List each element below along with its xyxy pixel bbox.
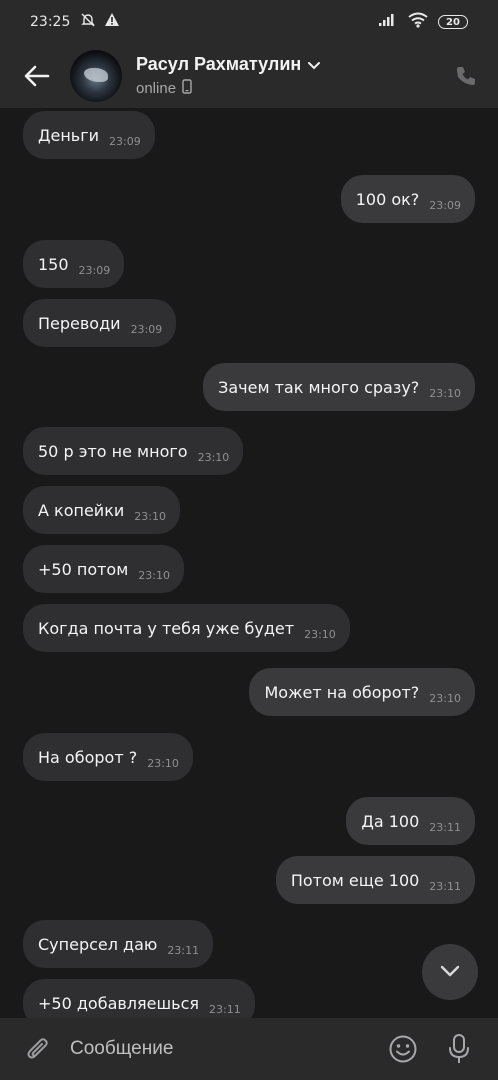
message-bubble[interactable]: Переводи 23:09 — [23, 299, 177, 347]
chevron-down-icon — [439, 963, 461, 982]
message-bubble[interactable]: 100 ок? 23:09 — [340, 175, 475, 223]
message-text: +50 потом — [38, 559, 129, 579]
message-time: 23:10 — [304, 627, 336, 641]
message-bubble[interactable]: 150 23:09 — [23, 240, 125, 288]
chevron-down-icon[interactable] — [307, 55, 321, 74]
warning-icon — [104, 12, 120, 32]
wifi-icon — [408, 12, 428, 32]
phone-icon[interactable] — [452, 62, 480, 90]
message-bubble[interactable]: +50 добавляешься 23:11 — [23, 979, 255, 1018]
chat-header: Расул Рахматулин online — [0, 44, 498, 108]
status-time: 23:25 — [30, 14, 71, 30]
message-time: 23:11 — [167, 943, 200, 957]
message-text: Может на оборот? — [264, 682, 420, 702]
message-text: А копейки — [38, 500, 125, 520]
message-bubble[interactable]: Да 100 23:11 — [346, 797, 475, 845]
message-bubble[interactable]: Зачем так много сразу? 23:10 — [203, 363, 475, 411]
message-time: 23:10 — [134, 509, 166, 523]
message-bubble[interactable]: 50 р это не много 23:10 — [23, 427, 244, 475]
battery-icon: 20 — [438, 15, 468, 29]
scroll-down-button[interactable] — [422, 944, 478, 1000]
message-time: 23:10 — [197, 450, 230, 464]
message-text: +50 добавляешься — [38, 993, 199, 1013]
message-bubble[interactable]: На оборот ? 23:10 — [23, 733, 193, 781]
status-bar: 23:25 20 — [0, 0, 498, 44]
message-time: 23:09 — [78, 263, 111, 277]
contact-name: Расул Рахматулин — [136, 54, 302, 74]
message-time: 23:10 — [147, 756, 179, 770]
message-time: 23:11 — [429, 879, 461, 893]
avatar[interactable] — [70, 50, 122, 102]
message-time: 23:10 — [429, 386, 461, 400]
paperclip-icon[interactable] — [20, 1031, 56, 1067]
message-bubble[interactable]: А копейки 23:10 — [23, 486, 180, 534]
mobile-device-icon — [182, 79, 192, 98]
message-text: Да 100 — [361, 811, 420, 831]
message-time: 23:09 — [429, 198, 461, 212]
message-text: 50 р это не много — [38, 441, 188, 461]
message-input[interactable] — [70, 1029, 386, 1069]
message-time: 23:09 — [109, 134, 141, 148]
message-time: 23:11 — [209, 1002, 241, 1016]
message-text: Деньги — [38, 125, 100, 145]
message-text: 150 — [38, 254, 69, 274]
message-text: Когда почта у тебя уже будет — [38, 618, 295, 638]
signal-icon — [378, 13, 398, 31]
message-text: Суперсел даю — [38, 934, 158, 954]
contact-info[interactable]: Расул Рахматулин online — [136, 54, 321, 98]
message-text: На оборот ? — [38, 747, 138, 767]
message-bubble[interactable]: Суперсел даю 23:11 — [23, 920, 214, 968]
message-bubble[interactable]: +50 потом 23:10 — [23, 545, 184, 593]
message-bubble[interactable]: Деньги 23:09 — [23, 111, 155, 159]
message-text: Переводи — [38, 313, 121, 333]
message-bubble[interactable]: Может на оборот? 23:10 — [249, 668, 475, 716]
message-text: Зачем так много сразу? — [218, 377, 420, 397]
message-time: 23:09 — [130, 322, 163, 336]
message-list[interactable]: Деньги 23:09 100 ок? 23:09 150 23:09 Пер… — [0, 108, 498, 1018]
message-bubble[interactable]: Потом еще 100 23:11 — [275, 856, 475, 904]
message-composer — [0, 1018, 498, 1080]
message-text: 100 ок? — [355, 189, 420, 209]
message-text: Потом еще 100 — [290, 870, 420, 890]
message-time: 23:10 — [429, 691, 461, 705]
dnd-off-icon — [80, 12, 96, 32]
message-time: 23:11 — [429, 820, 461, 834]
message-time: 23:10 — [138, 568, 170, 582]
back-arrow-icon[interactable] — [18, 57, 56, 95]
message-bubble[interactable]: Когда почта у тебя уже будет 23:10 — [23, 604, 350, 652]
microphone-icon[interactable] — [442, 1032, 476, 1066]
emoji-icon[interactable] — [386, 1032, 420, 1066]
contact-status: online — [136, 80, 177, 97]
